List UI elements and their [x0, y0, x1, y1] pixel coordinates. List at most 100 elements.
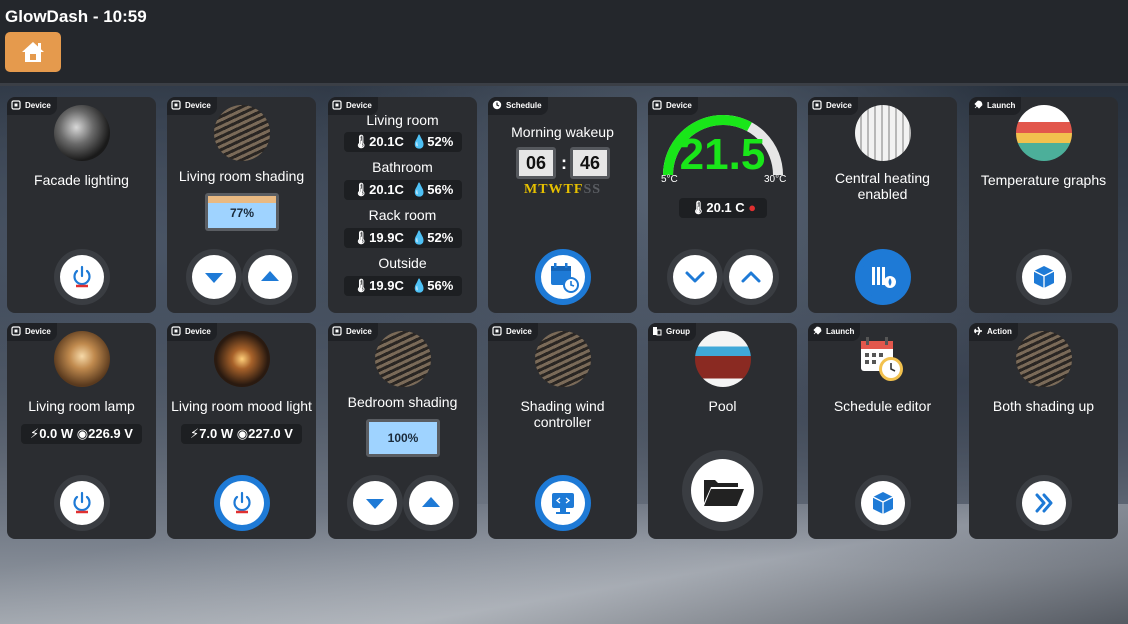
- droplet-icon: 💧: [411, 230, 428, 245]
- shading-level-indicator: 100%: [366, 419, 440, 457]
- calendar-clock-icon: [551, 263, 579, 293]
- shading-image: [1016, 331, 1072, 387]
- tile-sensors: Device Living room 🌡20.1C 💧52% Bathroom …: [328, 97, 477, 313]
- temperature-value: 20.1C: [369, 134, 404, 149]
- chip-icon: [11, 326, 21, 336]
- mood-light-power-button[interactable]: [214, 475, 270, 531]
- tile-temperature-graphs: Launch Temperature graphs: [969, 97, 1118, 313]
- chip-icon: [171, 326, 181, 336]
- minute-display: 46: [570, 147, 610, 179]
- chip-icon: [492, 326, 502, 336]
- tile-living-room-lamp: Device Living room lamp ⚡0.0 W ◉226.9 V: [7, 323, 156, 539]
- shading-image: [214, 105, 270, 161]
- shading-up-button[interactable]: [403, 475, 459, 531]
- humidity-value: 52%: [427, 134, 454, 149]
- tile-name: Schedule editor: [833, 398, 932, 414]
- humidity-value: 52%: [427, 230, 454, 245]
- tile-thermostat: Device 21.5 5°C 30°C 🌡20.1 C ●: [648, 97, 797, 313]
- minute-value: 46: [573, 150, 607, 176]
- tile-central-heating: Device Central heating enabled: [808, 97, 957, 313]
- temperature-value: 19.9C: [369, 278, 404, 293]
- cube-icon: [1033, 266, 1055, 288]
- lamp-power-button[interactable]: [54, 475, 110, 531]
- shading-down-button[interactable]: [347, 475, 403, 531]
- clock-icon: [492, 100, 502, 110]
- run-action-button[interactable]: [1016, 475, 1072, 531]
- temperature-value: 19.9C: [369, 230, 404, 245]
- gauge-min-label: 5°C: [661, 174, 678, 185]
- double-chevron-right-icon: [1035, 493, 1053, 513]
- weekday-row: MTWTFSS: [488, 182, 637, 198]
- app-title: GlowDash - 10:59: [5, 7, 147, 26]
- arrow-down-icon: [366, 499, 384, 509]
- tile-name: Living room lamp: [28, 398, 135, 414]
- tile-name: Temperature graphs: [980, 172, 1107, 188]
- droplet-icon: 💧: [411, 134, 428, 149]
- power-icon: [233, 491, 251, 514]
- bolt-icon: ⚡: [30, 426, 40, 441]
- shading-image: [375, 331, 431, 387]
- folder-open-icon: [704, 480, 744, 506]
- voltage-value: 227.0 V: [248, 426, 293, 441]
- sensor-readings: 🌡20.1C 💧56%: [344, 180, 462, 200]
- hour-display: 06: [516, 147, 556, 179]
- tile-mood-light: Device Living room mood light ⚡7.0 W ◉22…: [167, 323, 316, 539]
- wind-controller-button[interactable]: [535, 475, 591, 531]
- sensor-room-name: Bathroom: [372, 159, 433, 175]
- launch-tag: Launch: [969, 97, 1022, 115]
- tile-name: Central heating enabled: [835, 170, 930, 202]
- shading-image: [535, 331, 591, 387]
- power-icon: [73, 265, 91, 288]
- chevron-down-icon: [685, 271, 705, 283]
- tile-schedule-editor: Launch Schedule editor: [808, 323, 957, 539]
- tile-name: Shading wind controller: [520, 398, 605, 430]
- lamp-image: [54, 331, 110, 387]
- shading-up-button[interactable]: [242, 249, 298, 305]
- power-readings: ⚡0.0 W ◉226.9 V: [21, 424, 142, 444]
- lantern-image: [214, 331, 270, 387]
- heating-toggle-button[interactable]: [855, 249, 911, 305]
- facade-power-button[interactable]: [54, 249, 110, 305]
- humidity-value: 56%: [427, 278, 454, 293]
- thermometer-icon: 🌡: [352, 182, 370, 197]
- day-tuesday: T: [538, 182, 549, 197]
- thermostat-down-button[interactable]: [667, 249, 723, 305]
- chip-icon: [812, 100, 822, 110]
- device-tag: Device: [167, 323, 217, 341]
- droplet-icon: 💧: [411, 278, 428, 293]
- device-tag: Device: [7, 97, 57, 115]
- radiator-image: [855, 105, 911, 161]
- tile-name: Bedroom shading: [347, 394, 458, 410]
- current-temperature-value: 20.1 C: [706, 200, 745, 215]
- droplet-icon: 💧: [411, 182, 428, 197]
- device-tag: Device: [488, 323, 538, 341]
- thermometer-icon: 🌡: [352, 134, 370, 149]
- sensor-readings: 🌡19.9C 💧56%: [344, 276, 462, 296]
- time-separator: :: [561, 153, 567, 173]
- sensor-room-name: Outside: [378, 255, 427, 271]
- day-sunday: S: [592, 182, 602, 197]
- home-icon: [22, 42, 44, 62]
- tile-living-room-shading: Device Living room shading 77%: [167, 97, 316, 313]
- tile-facade-lighting: Device Facade lighting: [7, 97, 156, 313]
- shading-level-value: 77%: [229, 206, 255, 220]
- shading-down-button[interactable]: [186, 249, 242, 305]
- tile-name: Both shading up: [992, 398, 1095, 414]
- thermometer-icon: 🌡: [352, 230, 370, 245]
- launch-tag: Launch: [808, 323, 861, 341]
- arrow-up-icon: [261, 271, 279, 281]
- day-thursday: T: [563, 182, 574, 197]
- humidity-value: 56%: [427, 182, 454, 197]
- device-tag: Device: [7, 323, 57, 341]
- schedule-edit-button[interactable]: [535, 249, 591, 305]
- group-tag: Group: [648, 323, 696, 341]
- open-pool-group-button[interactable]: [682, 450, 763, 531]
- thermostat-up-button[interactable]: [723, 249, 779, 305]
- home-button[interactable]: [5, 32, 61, 72]
- device-tag: Device: [808, 97, 858, 115]
- tile-shading-wind-controller: Device Shading wind controller: [488, 323, 637, 539]
- cube-icon: [872, 492, 894, 514]
- launch-schedule-editor-button[interactable]: [855, 475, 911, 531]
- launch-graphs-button[interactable]: [1016, 249, 1072, 305]
- tile-name: Living room mood light: [171, 398, 312, 414]
